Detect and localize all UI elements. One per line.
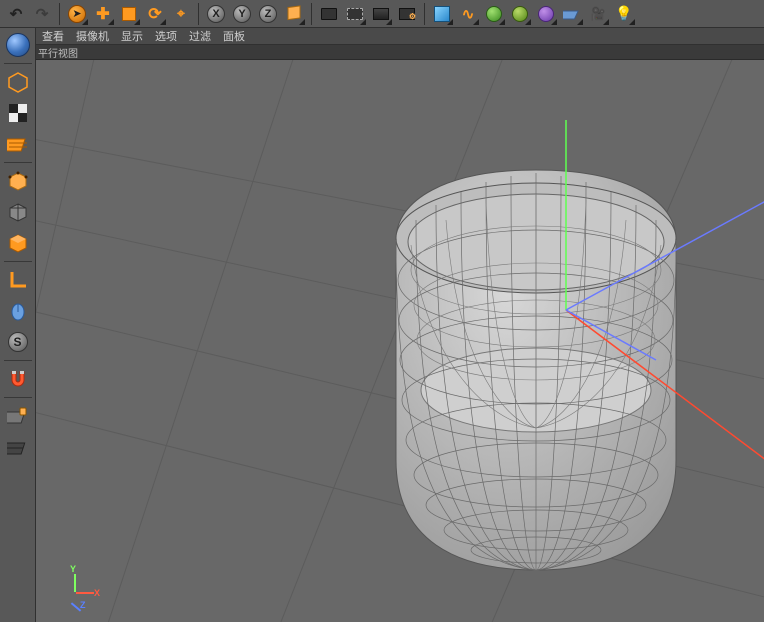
- scale-tool-button[interactable]: [117, 2, 141, 26]
- x-axis-lock-icon: X: [207, 5, 225, 23]
- polygons-mode-icon: [7, 232, 29, 254]
- menu-filter[interactable]: 过滤: [189, 28, 211, 44]
- palette-separator: [4, 162, 32, 163]
- palette-separator: [4, 63, 32, 64]
- texture-mode-icon: [7, 102, 29, 124]
- x-axis-lock-button[interactable]: X: [204, 2, 228, 26]
- rotate-tool-button[interactable]: ⟳: [143, 2, 167, 26]
- workplane-icon: [7, 405, 29, 427]
- y-axis-lock-icon: Y: [233, 5, 251, 23]
- magnet-button[interactable]: [3, 364, 33, 394]
- workplane-mode-icon: [7, 436, 29, 458]
- render-view-button[interactable]: [317, 2, 341, 26]
- menu-camera[interactable]: 摄像机: [76, 28, 109, 44]
- undo-icon: ↶: [7, 5, 25, 23]
- palette-separator: [4, 261, 32, 262]
- edges-mode-button[interactable]: [3, 197, 33, 227]
- last-tool-icon: ⌖: [172, 5, 190, 23]
- render-view-icon: [321, 8, 337, 20]
- magnet-icon: [7, 368, 29, 390]
- y-axis-lock-button[interactable]: Y: [230, 2, 254, 26]
- toolbar-separator: [424, 3, 425, 25]
- toolbar-separator: [198, 3, 199, 25]
- mesh-object[interactable]: [366, 120, 706, 580]
- toolbar-separator: [59, 3, 60, 25]
- viewport-menubar: 查看 摄像机 显示 选项 过滤 面板: [36, 28, 764, 45]
- view-label: 平行视图: [38, 45, 78, 60]
- add-spline-button[interactable]: ∿: [456, 2, 480, 26]
- menu-display[interactable]: 显示: [121, 28, 143, 44]
- last-tool-button[interactable]: ⌖: [169, 2, 193, 26]
- view-label-bar: 平行视图: [36, 45, 764, 60]
- workplane-mode-button[interactable]: [3, 432, 33, 462]
- texture-mode-button[interactable]: [3, 98, 33, 128]
- axis-mode-icon: [7, 269, 29, 291]
- add-light-button[interactable]: 💡: [612, 2, 636, 26]
- add-generator-button[interactable]: [482, 2, 506, 26]
- tweak-mode-icon: [7, 300, 29, 322]
- polygons-mode-button[interactable]: [3, 228, 33, 258]
- model-mode-icon: [6, 33, 30, 57]
- left-tool-palette: S: [0, 28, 36, 622]
- object-mode-button[interactable]: [3, 67, 33, 97]
- menu-view[interactable]: 查看: [42, 28, 64, 44]
- object-mode-icon: [7, 71, 29, 93]
- z-axis-lock-button[interactable]: Z: [256, 2, 280, 26]
- uv-mode-button[interactable]: [3, 129, 33, 159]
- add-deformer-button[interactable]: [508, 2, 532, 26]
- axis-mode-button[interactable]: [3, 265, 33, 295]
- live-select-button[interactable]: ➤: [65, 2, 89, 26]
- add-environment-button[interactable]: [534, 2, 558, 26]
- z-axis-lock-icon: Z: [259, 5, 277, 23]
- redo-button[interactable]: ↷: [30, 2, 54, 26]
- palette-separator: [4, 360, 32, 361]
- floor-button[interactable]: [560, 2, 584, 26]
- coordinate-system-button[interactable]: [282, 2, 306, 26]
- uv-mode-icon: [7, 133, 29, 155]
- add-cube-button[interactable]: [430, 2, 454, 26]
- render-settings-button[interactable]: ⚙: [395, 2, 419, 26]
- workplane-button[interactable]: [3, 401, 33, 431]
- points-mode-button[interactable]: [3, 166, 33, 196]
- render-picture-viewer-button[interactable]: [369, 2, 393, 26]
- viewport[interactable]: Y X Z: [36, 60, 764, 622]
- undo-button[interactable]: ↶: [4, 2, 28, 26]
- points-mode-icon: [7, 170, 29, 192]
- move-tool-button[interactable]: ✚: [91, 2, 115, 26]
- axis-orientation-widget: Y X Z: [58, 570, 98, 610]
- snap-toggle-icon: S: [8, 332, 28, 352]
- redo-icon: ↷: [33, 5, 51, 23]
- render-region-button[interactable]: [343, 2, 367, 26]
- palette-separator: [4, 397, 32, 398]
- top-toolbar: ↶ ↷ ➤ ✚ ⟳ ⌖ X Y Z: [0, 0, 764, 28]
- render-settings-icon: ⚙: [399, 8, 415, 20]
- edges-mode-icon: [7, 201, 29, 223]
- menu-options[interactable]: 选项: [155, 28, 177, 44]
- toolbar-separator: [311, 3, 312, 25]
- menu-panel[interactable]: 面板: [223, 28, 245, 44]
- tweak-mode-button[interactable]: [3, 296, 33, 326]
- snap-toggle-button[interactable]: S: [3, 327, 33, 357]
- model-mode-button[interactable]: [3, 30, 33, 60]
- scene-camera-button[interactable]: 🎥: [586, 2, 610, 26]
